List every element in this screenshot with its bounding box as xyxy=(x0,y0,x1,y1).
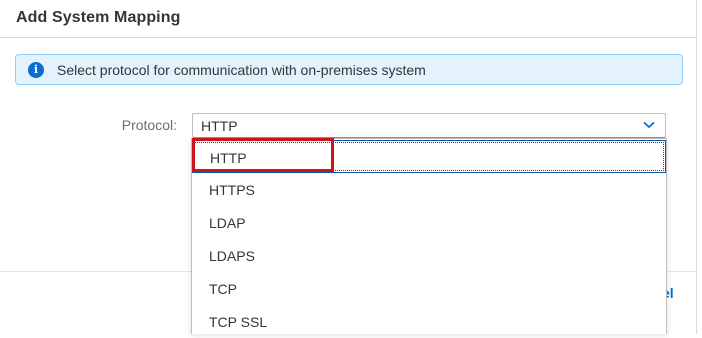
chevron-down-icon[interactable] xyxy=(641,116,657,134)
option-label: TCP SSL xyxy=(209,314,268,330)
protocol-select-value: HTTP xyxy=(201,118,238,134)
dialog-title: Add System Mapping xyxy=(16,9,181,26)
option-label: HTTPS xyxy=(209,182,255,198)
info-message-strip: i Select protocol for communication with… xyxy=(15,54,683,85)
dropdown-option-tcp[interactable]: TCP xyxy=(192,272,666,305)
dropdown-option-ldaps[interactable]: LDAPS xyxy=(192,239,666,272)
option-label: TCP xyxy=(209,281,237,297)
option-label: LDAP xyxy=(209,215,246,231)
protocol-label: Protocol: xyxy=(121,117,177,133)
dialog-header: Add System Mapping xyxy=(0,0,697,38)
dropdown-option-ldap[interactable]: LDAP xyxy=(192,206,666,239)
protocol-dropdown-list: HTTP HTTPS LDAP LDAPS TCP TCP SSL xyxy=(191,138,667,334)
dropdown-option-tcp-ssl[interactable]: TCP SSL xyxy=(192,305,666,338)
dropdown-option-http[interactable]: HTTP xyxy=(192,140,666,173)
add-system-mapping-dialog: Add System Mapping i Select protocol for… xyxy=(0,0,702,334)
option-label: HTTP xyxy=(210,150,247,166)
dropdown-option-https[interactable]: HTTPS xyxy=(192,173,666,206)
info-icon: i xyxy=(28,62,44,78)
protocol-select[interactable]: HTTP xyxy=(192,113,666,138)
option-label: LDAPS xyxy=(209,248,255,264)
info-message-text: Select protocol for communication with o… xyxy=(57,62,426,78)
